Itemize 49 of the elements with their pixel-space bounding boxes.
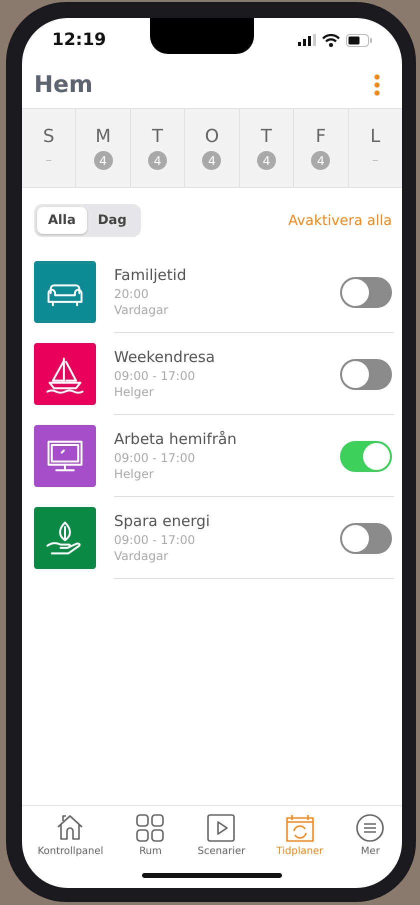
toggle-switch[interactable]	[340, 276, 392, 308]
schedule-count: 4	[256, 151, 276, 170]
schedule-name: Familjetid	[114, 266, 186, 284]
wifi-icon	[322, 34, 340, 46]
calendar-icon	[284, 812, 316, 844]
tab-bar-item[interactable]: Rum	[132, 812, 168, 857]
battery-icon	[346, 34, 372, 46]
segment-tab[interactable]: Alla	[37, 207, 87, 234]
schedule-time: 20:00	[114, 286, 149, 302]
schedule-time: 09:00 - 17:00	[114, 450, 196, 466]
schedule-name: Weekendresa	[114, 348, 215, 366]
weekday-label: F	[316, 126, 326, 147]
tab-bar-item[interactable]: Mer	[352, 812, 388, 857]
schedule-row[interactable]: Familjetid 20:00 Vardagar	[34, 251, 392, 333]
no-schedule-mark: –	[45, 152, 52, 170]
schedule-row[interactable]: Spara energi 09:00 - 17:00 Vardagar	[34, 497, 392, 579]
toggle-switch[interactable]	[340, 358, 392, 390]
schedule-days: Helger	[114, 384, 154, 400]
schedule-row[interactable]: Weekendresa 09:00 - 17:00 Helger	[34, 333, 392, 415]
schedule-count: 4	[202, 151, 222, 170]
weekday-label: T	[152, 126, 164, 147]
schedule-row[interactable]: Arbeta hemifrån 09:00 - 17:00 Helger	[34, 415, 392, 497]
schedule-count: 4	[148, 151, 168, 170]
weekday-label: M	[95, 126, 111, 147]
toggle-switch[interactable]	[340, 522, 392, 554]
play-icon	[205, 812, 238, 844]
no-schedule-mark: –	[372, 152, 378, 170]
signal-icon	[298, 34, 316, 46]
schedule-days: Helger	[114, 466, 154, 482]
tab-bar-item[interactable]: Kontrollpanel	[36, 812, 106, 857]
weekday-label: S	[42, 126, 54, 147]
tab-bar-item[interactable]: Scenarier	[196, 812, 248, 857]
weekday-label: L	[370, 126, 380, 147]
toggle-switch[interactable]	[340, 440, 392, 472]
schedule-name: Spara energi	[114, 512, 210, 530]
schedule-days: Vardagar	[114, 548, 168, 564]
weekday-label: T	[260, 126, 272, 147]
schedule-count: 4	[311, 151, 330, 170]
schedule-time: 09:00 - 17:00	[114, 532, 196, 548]
schedule-days: Vardagar	[114, 302, 168, 318]
schedule-count: 4	[94, 151, 113, 170]
schedule-time: 09:00 - 17:00	[114, 368, 196, 384]
menu-icon	[354, 812, 386, 844]
weekday-label: O	[204, 126, 220, 147]
schedule-name: Arbeta hemifrån	[114, 430, 237, 448]
grid-icon	[134, 812, 166, 844]
status-time: 12:19	[52, 30, 106, 50]
segment-tab[interactable]: Dag	[86, 207, 138, 234]
page-title: Hem	[34, 72, 93, 98]
